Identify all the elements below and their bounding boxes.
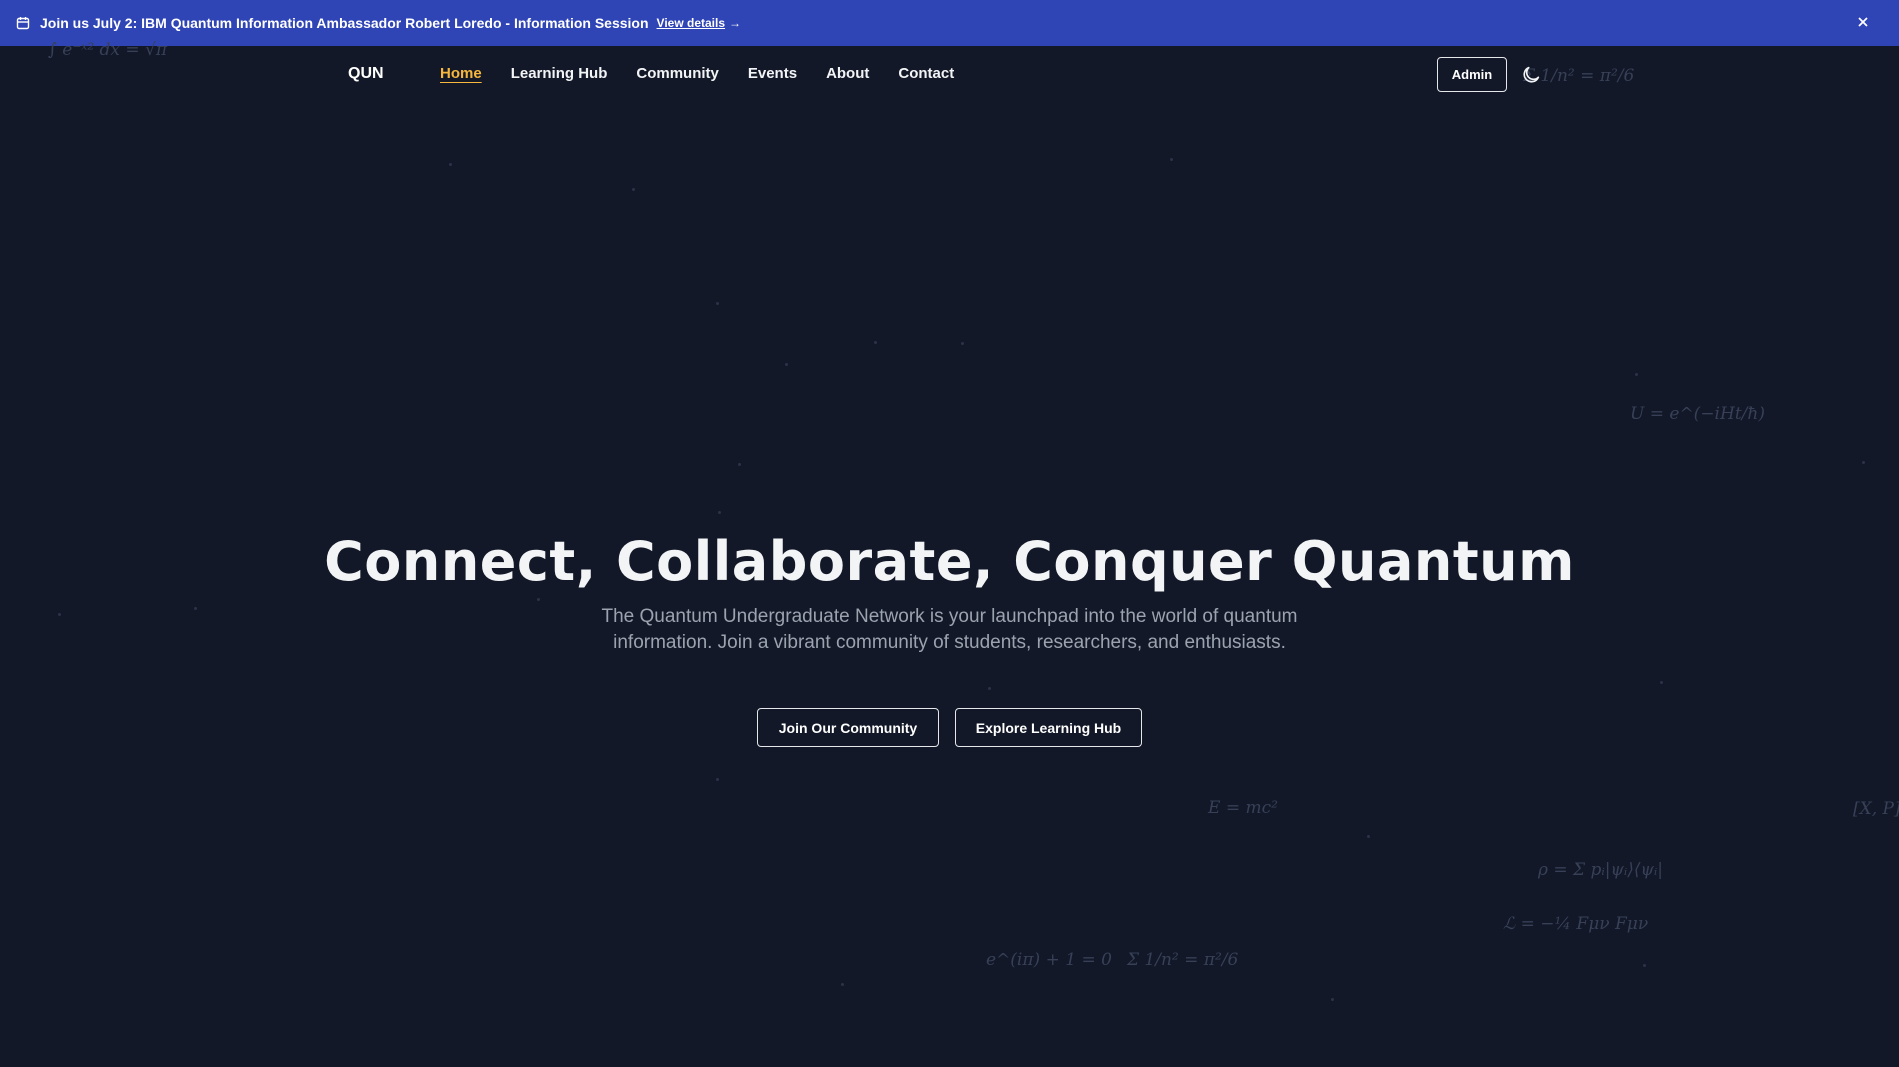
star-dot (961, 342, 964, 345)
star-dot (449, 163, 452, 166)
nav-item-community[interactable]: Community (636, 65, 719, 82)
star-dot (1643, 964, 1646, 967)
announcement-banner: Join us July 2: IBM Quantum Information … (0, 0, 1899, 46)
view-details-link[interactable]: View details (657, 16, 725, 30)
background-equation: ℒ = −¼ Fμν Fμν (1503, 914, 1649, 934)
star-dot (718, 511, 721, 514)
hero-subtitle: The Quantum Undergraduate Network is you… (601, 606, 1298, 653)
hero-buttons: Join Our Community Explore Learning Hub (757, 708, 1142, 747)
star-dot (1862, 461, 1865, 464)
nav-menu: Home Learning Hub Community Events About… (440, 65, 954, 82)
star-dot (1367, 835, 1370, 838)
star-dot (738, 463, 741, 466)
star-dot (716, 778, 719, 781)
moon-icon[interactable] (1520, 64, 1542, 86)
top-navigation: QUN Home Learning Hub Community Events A… (0, 46, 1899, 104)
background-equation: U = e^(−iHt/ħ) (1630, 404, 1765, 424)
star-dot (632, 188, 635, 191)
background-equation: ρ = Σ pᵢ|ψᵢ⟩⟨ψᵢ| (1538, 860, 1663, 880)
nav-item-learning-hub[interactable]: Learning Hub (511, 65, 608, 82)
star-dot (1660, 681, 1663, 684)
star-dot (841, 983, 844, 986)
arrow-right-icon: → (729, 16, 742, 30)
background-equation: e^(iπ) + 1 = 0 (986, 950, 1112, 970)
star-dot (716, 302, 719, 305)
calendar-icon (16, 16, 30, 30)
nav-item-contact[interactable]: Contact (898, 65, 954, 82)
star-dot (194, 607, 197, 610)
hero-title: Connect, Collaborate, Conquer Quantum (324, 530, 1575, 593)
nav-item-events[interactable]: Events (748, 65, 797, 82)
background-equation: E = mc² (1208, 798, 1278, 818)
star-dot (988, 687, 991, 690)
background-equation: [X, P] (1853, 799, 1899, 819)
admin-button[interactable]: Admin (1437, 57, 1507, 92)
site-logo[interactable]: QUN (348, 65, 384, 83)
background-equation: Σ 1/n² = π²/6 (1127, 950, 1239, 970)
star-dot (785, 363, 788, 366)
nav-item-home[interactable]: Home (440, 65, 482, 82)
banner-text: Join us July 2: IBM Quantum Information … (40, 15, 649, 31)
star-dot (874, 341, 877, 344)
star-dot (1331, 998, 1334, 1001)
star-dot (58, 613, 61, 616)
star-dot (537, 598, 540, 601)
star-dot (1170, 158, 1173, 161)
explore-learning-hub-button[interactable]: Explore Learning Hub (955, 708, 1142, 747)
close-icon[interactable] (1853, 12, 1873, 32)
join-community-button[interactable]: Join Our Community (757, 708, 939, 747)
nav-item-about[interactable]: About (826, 65, 869, 82)
star-dot (1635, 373, 1638, 376)
